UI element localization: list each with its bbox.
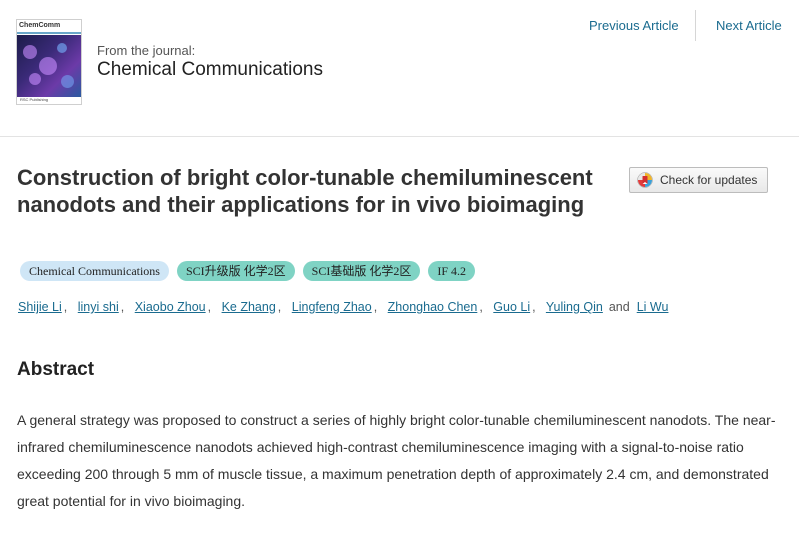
author-link[interactable]: Lingfeng Zhao [292,300,372,314]
author-link[interactable]: linyi shi [78,300,119,314]
author-separator: , [207,300,212,314]
check-for-updates-label: Check for updates [660,173,758,187]
check-for-updates-button[interactable]: Check for updates [629,167,768,193]
author-separator: , [479,300,483,314]
journal-cover-image[interactable]: ChemComm RSC Publishing [16,19,82,105]
abstract-text: A general strategy was proposed to const… [17,412,776,509]
author-separator: , [120,300,125,314]
author-separator: , [373,300,378,314]
author-link[interactable]: Guo Li [493,300,530,314]
journal-header: ChemComm RSC Publishing From the journal… [0,0,799,137]
cover-publisher: RSC Publishing [20,97,49,102]
journal-tags: Chemical Communications SCI升级版 化学2区 SCI基… [20,261,476,281]
nav-divider [695,10,696,41]
author-separator: , [63,300,68,314]
previous-article-link[interactable]: Previous Article [589,18,679,33]
author-conjunction: and [608,300,630,314]
cover-title: ChemComm [19,22,61,29]
tag-sci-basic[interactable]: SCI基础版 化学2区 [302,261,421,281]
abstract-heading: Abstract [17,359,95,380]
author-separator: , [532,300,536,314]
tag-impact-factor[interactable]: IF 4.2 [428,261,476,281]
tag-journal[interactable]: Chemical Communications [20,261,169,281]
journal-name[interactable]: Chemical Communications [97,59,323,81]
cover-artwork [17,35,81,97]
journal-from-label: From the journal: [97,43,196,58]
author-link[interactable]: Ke Zhang [222,300,276,314]
tag-sci-upgraded[interactable]: SCI升级版 化学2区 [176,261,295,281]
author-link[interactable]: Xiaobo Zhou [135,300,206,314]
author-link[interactable]: Zhonghao Chen [388,300,478,314]
article-title: Construction of bright color-tunable che… [17,165,593,217]
author-link[interactable]: Shijie Li [18,300,62,314]
author-link[interactable]: Yuling Qin [546,300,603,314]
crossmark-icon [637,172,653,188]
author-link[interactable]: Li Wu [637,300,669,314]
author-separator: , [277,300,282,314]
cover-band [17,32,81,34]
author-list: Shijie Li, linyi shi, Xiaobo Zhou, Ke Zh… [18,300,668,314]
next-article-link[interactable]: Next Article [716,18,782,33]
